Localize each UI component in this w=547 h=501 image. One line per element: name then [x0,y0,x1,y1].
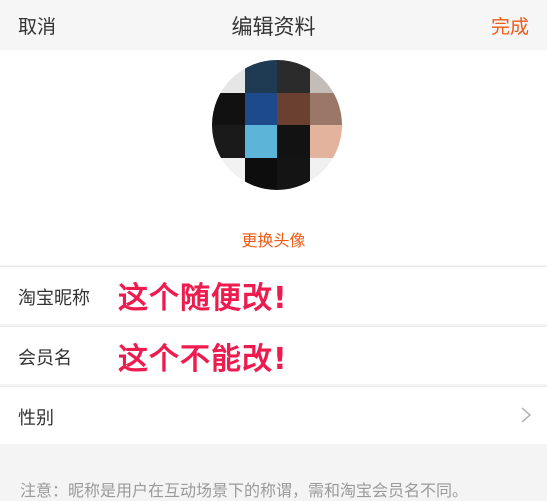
divider [0,266,547,267]
avatar-section: 更换头像 [0,50,547,265]
member-name-annotation: 这个不能改! [118,342,288,377]
nickname-label: 淘宝昵称 [18,288,90,309]
nickname-annotation: 这个随便改! [118,281,288,316]
nickname-note: 注意：昵称是用户在互动场景下的称谓，需和淘宝会员名不同。 [20,481,469,500]
top-navigation-bar: 取消 编辑资料 完成 [0,0,547,50]
page-title: 编辑资料 [231,15,316,39]
change-avatar-link[interactable]: 更换头像 [0,227,547,251]
nickname-row[interactable]: 淘宝昵称 这个随便改! [0,266,547,324]
member-name-label: 会员名 [18,348,72,369]
done-button[interactable]: 完成 [491,12,529,39]
member-name-row: 会员名 这个不能改! [0,326,547,384]
avatar[interactable] [212,60,342,190]
chevron-right-icon [519,406,533,424]
divider [0,386,547,387]
gender-label: 性别 [18,408,54,429]
gender-row[interactable]: 性别 [0,386,547,444]
divider [0,326,547,327]
